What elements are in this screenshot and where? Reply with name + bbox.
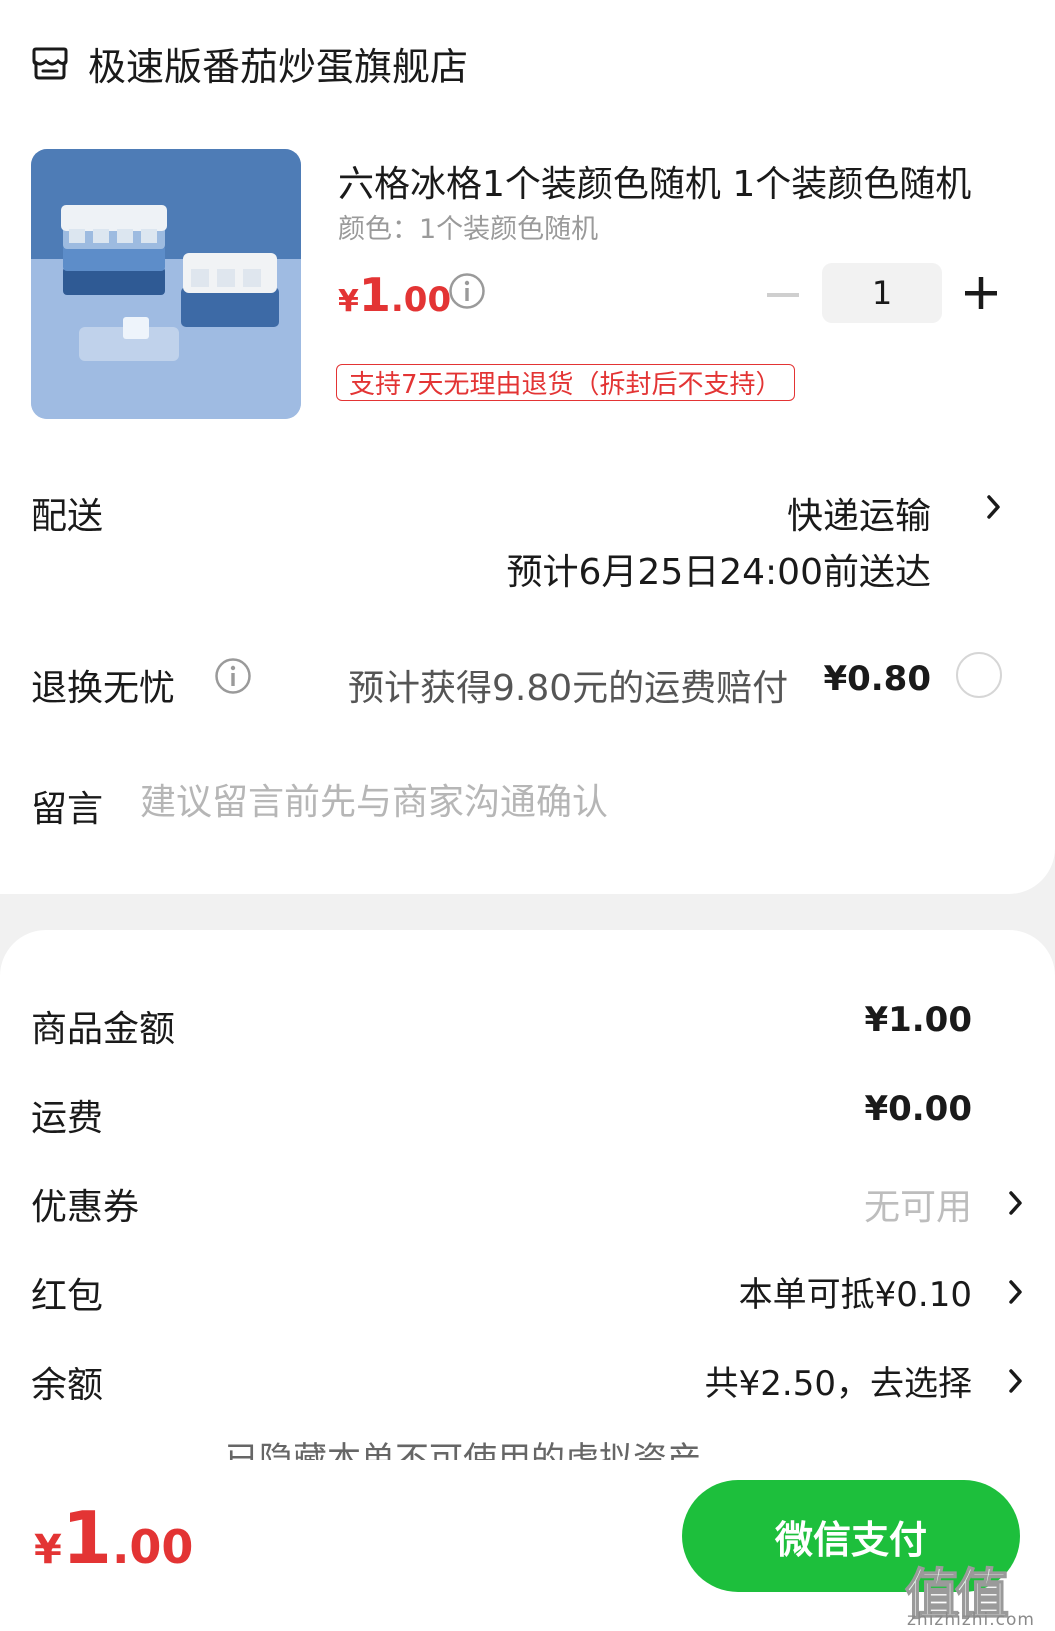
delivery-label: 配送 <box>31 496 104 537</box>
summary-row-shipping: 运费 ¥0.00 <box>31 1089 1026 1139</box>
summary-row-balance[interactable]: 余额 共¥2.50，去选择 <box>31 1356 1026 1406</box>
redpacket-label: 红包 <box>31 1276 104 1317</box>
quantity-field[interactable]: 1 <box>822 263 942 323</box>
watermark-logo: 值值值 zhizhizhi.com <box>904 1550 1045 1630</box>
worry-free-label: 退换无忧 <box>31 668 176 709</box>
redpacket-value: 本单可抵¥0.10 <box>738 1275 972 1315</box>
delivery-method[interactable]: 快递运输 <box>787 487 931 539</box>
total-decimal: .00 <box>111 1520 194 1574</box>
balance-label: 余额 <box>31 1365 104 1406</box>
product-title: 六格冰格1个装颜色随机 1个装颜色随机 <box>338 164 972 205</box>
ice-tray-image <box>31 149 301 419</box>
minus-icon <box>767 293 799 297</box>
coupon-value: 无可用 <box>863 1187 972 1228</box>
summary-row-redpacket[interactable]: 红包 本单可抵¥0.10 <box>31 1267 1026 1317</box>
order-card <box>0 0 1055 894</box>
note-label: 留言 <box>31 789 104 830</box>
plus-icon[interactable] <box>962 274 1000 312</box>
balance-value: 共¥2.50，去选择 <box>704 1364 972 1404</box>
store-icon <box>32 47 68 80</box>
total-symbol: ¥ <box>34 1527 62 1573</box>
watermark-domain: zhizhizhi.com <box>907 1610 1035 1630</box>
total-integer: 1 <box>61 1496 112 1580</box>
chevron-right-icon[interactable] <box>984 492 1004 522</box>
coupon-label: 优惠券 <box>31 1187 140 1228</box>
worry-free-radio[interactable] <box>956 652 1002 698</box>
store-header[interactable]: 极速版番茄炒蛋旗舰店 <box>30 40 468 89</box>
chevron-right-icon <box>1009 1191 1022 1215</box>
store-name: 极速版番茄炒蛋旗舰店 <box>88 44 469 89</box>
shipping-fee-label: 运费 <box>31 1098 104 1139</box>
hidden-assets-notice: 已隐藏本单不可使用的虚拟资产 <box>225 1440 701 1460</box>
price-integer: 1 <box>358 268 391 322</box>
chevron-right-icon <box>1009 1280 1022 1304</box>
price-decimal: .00 <box>390 280 452 320</box>
goods-amount-label: 商品金额 <box>31 1009 176 1050</box>
note-input[interactable] <box>140 778 980 826</box>
price-symbol: ¥ <box>338 284 359 319</box>
delivery-eta: 预计6月25日24:00前送达 <box>506 552 931 593</box>
worry-free-description: 预计获得9.80元的运费赔付 <box>348 668 789 709</box>
summary-row-coupon[interactable]: 优惠券 无可用 <box>31 1178 1026 1228</box>
price-info-icon[interactable] <box>448 272 486 310</box>
product-price: ¥ 1 .00 <box>338 268 451 322</box>
shipping-fee-value: ¥0.00 <box>864 1089 972 1129</box>
chevron-right-icon <box>1009 1369 1022 1393</box>
total-price: ¥ 1 .00 <box>34 1496 193 1580</box>
product-variant: 颜色：1个装颜色随机 <box>338 214 599 245</box>
return-policy-badge: 支持7天无理由退货（拆封后不支持） <box>336 364 795 401</box>
quantity-decrease-button[interactable] <box>765 277 801 313</box>
product-image[interactable] <box>31 149 301 419</box>
goods-amount-value: ¥1.00 <box>864 1000 972 1040</box>
worry-free-info-icon[interactable] <box>214 657 252 695</box>
summary-row-goods: 商品金额 ¥1.00 <box>31 1000 1026 1050</box>
worry-free-price: ¥0.80 <box>823 659 931 699</box>
